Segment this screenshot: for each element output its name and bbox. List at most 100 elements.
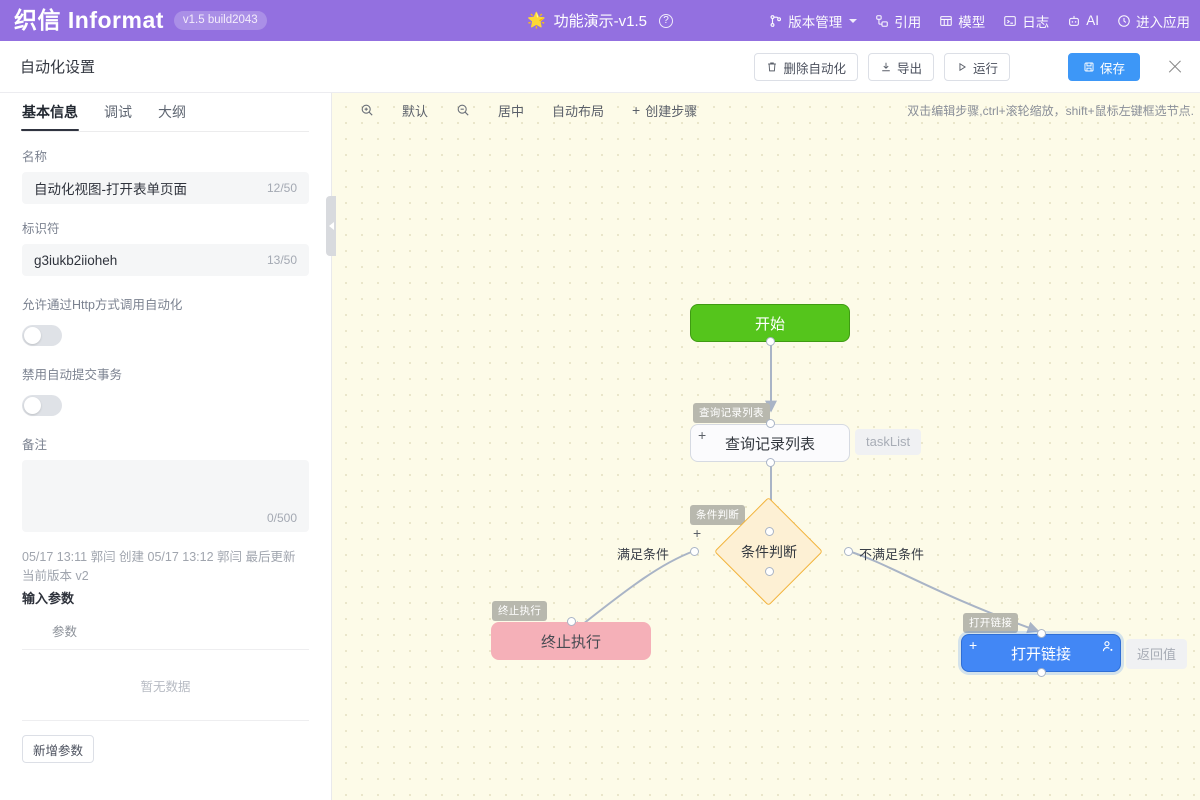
node-query-badge: 查询记录列表 <box>693 403 770 423</box>
zoom-default-button[interactable]: 默认 <box>388 99 442 122</box>
nav-item-ai[interactable]: AI <box>1067 13 1099 28</box>
automation-settings-page: 织信 Informat v1.5 build2043 🌟 功能演示-v1.5 ?… <box>0 0 1200 800</box>
toolbar-actions: 删除自动化 导出 运行 <box>754 41 1186 93</box>
save-label: 保存 <box>1100 58 1125 77</box>
canvas-toolbar: 默认 居中 自动布局 + 创建步骤 双击编辑步骤,ctrl+滚轮缩放，shift… <box>332 93 1200 127</box>
delete-automation-button[interactable]: 删除自动化 <box>754 53 858 81</box>
auto-layout-button[interactable]: 自动布局 <box>538 99 618 122</box>
identifier-input-value: g3iukb2iioheh <box>34 253 117 268</box>
document-title: 功能演示-v1.5 <box>554 10 647 31</box>
trash-icon <box>766 61 778 73</box>
node-port[interactable] <box>766 419 775 428</box>
nav-item-reference[interactable]: 引用 <box>875 11 921 31</box>
tab-outline[interactable]: 大纲 <box>158 102 186 131</box>
create-step-label: 创建步骤 <box>645 101 697 120</box>
create-step-button[interactable]: + 创建步骤 <box>618 99 711 122</box>
nav-label: 引用 <box>894 11 921 31</box>
node-start-label: 开始 <box>755 313 785 334</box>
nav-item-model[interactable]: 模型 <box>939 11 985 31</box>
flow-canvas[interactable]: 默认 居中 自动布局 + 创建步骤 双击编辑步骤,ctrl+滚轮缩放，shift… <box>332 93 1200 800</box>
toggle-knob <box>24 397 41 414</box>
center-view-button[interactable]: 居中 <box>484 99 538 122</box>
identifier-field-group: 标识符 g3iukb2iioheh 13/50 <box>0 218 331 276</box>
node-terminate-badge: 终止执行 <box>492 601 547 621</box>
brand-area[interactable]: 织信 Informat v1.5 build2043 <box>0 9 267 32</box>
download-icon <box>880 61 892 73</box>
input-params-title: 输入参数 <box>0 588 331 607</box>
http-toggle[interactable] <box>22 325 62 346</box>
add-param-button[interactable]: 新增参数 <box>22 735 94 763</box>
star-icon: 🌟 <box>527 13 546 28</box>
identifier-input-counter: 13/50 <box>267 253 297 267</box>
run-button[interactable]: 运行 <box>944 53 1010 81</box>
top-navigation-bar: 织信 Informat v1.5 build2043 🌟 功能演示-v1.5 ?… <box>0 0 1200 41</box>
zoom-out-icon <box>456 103 470 117</box>
chevron-down-icon <box>849 19 857 23</box>
transaction-switch-group: 禁用自动提交事务 <box>0 364 331 416</box>
node-port-true[interactable] <box>690 547 699 556</box>
transaction-toggle[interactable] <box>22 395 62 416</box>
name-input-counter: 12/50 <box>267 181 297 195</box>
zoom-in-button[interactable] <box>346 101 388 119</box>
node-open-link-label: 打开链接 <box>1011 643 1071 664</box>
node-add-icon[interactable]: + <box>693 526 701 540</box>
node-add-icon[interactable]: + <box>698 428 706 442</box>
sidebar-collapse-handle[interactable] <box>326 196 336 256</box>
brand-logo: 织信 Informat <box>14 9 164 32</box>
node-add-icon[interactable]: + <box>969 638 977 652</box>
page-title: 自动化设置 <box>0 56 95 77</box>
person-icon[interactable] <box>1101 640 1114 653</box>
node-port[interactable] <box>1037 668 1046 677</box>
nav-item-enter-app[interactable]: 进入应用 <box>1117 11 1190 31</box>
remark-counter: 0/500 <box>267 511 297 525</box>
remark-textarea[interactable]: 0/500 <box>22 460 309 532</box>
play-icon <box>956 61 968 73</box>
model-icon <box>939 14 953 28</box>
ai-icon <box>1067 14 1081 28</box>
name-field-group: 名称 自动化视图-打开表单页面 12/50 <box>0 146 331 204</box>
node-port[interactable] <box>567 617 576 626</box>
node-terminate-label: 终止执行 <box>541 631 601 652</box>
param-table-empty: 暂无数据 <box>22 650 309 721</box>
export-label: 导出 <box>897 58 922 77</box>
node-query-label: 查询记录列表 <box>725 433 815 454</box>
nav-item-version-management[interactable]: 版本管理 <box>769 11 857 31</box>
nav-item-log[interactable]: 日志 <box>1003 11 1049 31</box>
automation-settings-toolbar: 自动化设置 删除自动化 导出 <box>0 41 1200 93</box>
export-button[interactable]: 导出 <box>868 53 934 81</box>
delete-automation-label: 删除自动化 <box>783 58 846 77</box>
save-button[interactable]: 保存 <box>1068 53 1140 81</box>
tab-debug[interactable]: 调试 <box>104 102 132 131</box>
edge-label-true: 满足条件 <box>617 544 669 563</box>
close-icon[interactable] <box>1164 56 1186 78</box>
tabs-divider <box>22 131 309 132</box>
node-terminate-box[interactable]: 终止执行 <box>491 622 651 660</box>
remark-field-label: 备注 <box>22 434 309 453</box>
log-icon <box>1003 14 1017 28</box>
param-table: 参数 暂无数据 <box>22 617 309 721</box>
node-open-link-box[interactable]: + 打开链接 <box>961 634 1121 672</box>
run-label: 运行 <box>973 58 998 77</box>
nav-label: 进入应用 <box>1136 11 1190 31</box>
question-circle-icon[interactable]: ? <box>659 14 673 28</box>
tab-basic-info[interactable]: 基本信息 <box>22 102 78 131</box>
identifier-input[interactable]: g3iukb2iioheh 13/50 <box>22 244 309 276</box>
node-open-link-variable-tag: 返回值 <box>1126 639 1187 669</box>
node-port[interactable] <box>765 527 774 536</box>
name-input[interactable]: 自动化视图-打开表单页面 12/50 <box>22 172 309 204</box>
transaction-switch-label: 禁用自动提交事务 <box>22 364 309 383</box>
nav-label: 模型 <box>958 11 985 31</box>
version-badge: v1.5 build2043 <box>174 11 267 30</box>
node-port[interactable] <box>765 567 774 576</box>
node-condition-label: 条件判断 <box>698 513 840 590</box>
zoom-out-button[interactable] <box>442 101 484 119</box>
canvas-hint-text: 双击编辑步骤,ctrl+滚轮缩放，shift+鼠标左键框选节点. <box>907 102 1194 119</box>
node-query-box[interactable]: + 查询记录列表 <box>690 424 850 462</box>
node-port[interactable] <box>1037 629 1046 638</box>
save-icon <box>1083 61 1095 73</box>
node-port[interactable] <box>766 458 775 467</box>
node-port-false[interactable] <box>844 547 853 556</box>
nav-label: AI <box>1086 13 1099 28</box>
node-port[interactable] <box>766 337 775 346</box>
http-switch-group: 允许通过Http方式调用自动化 <box>0 294 331 346</box>
